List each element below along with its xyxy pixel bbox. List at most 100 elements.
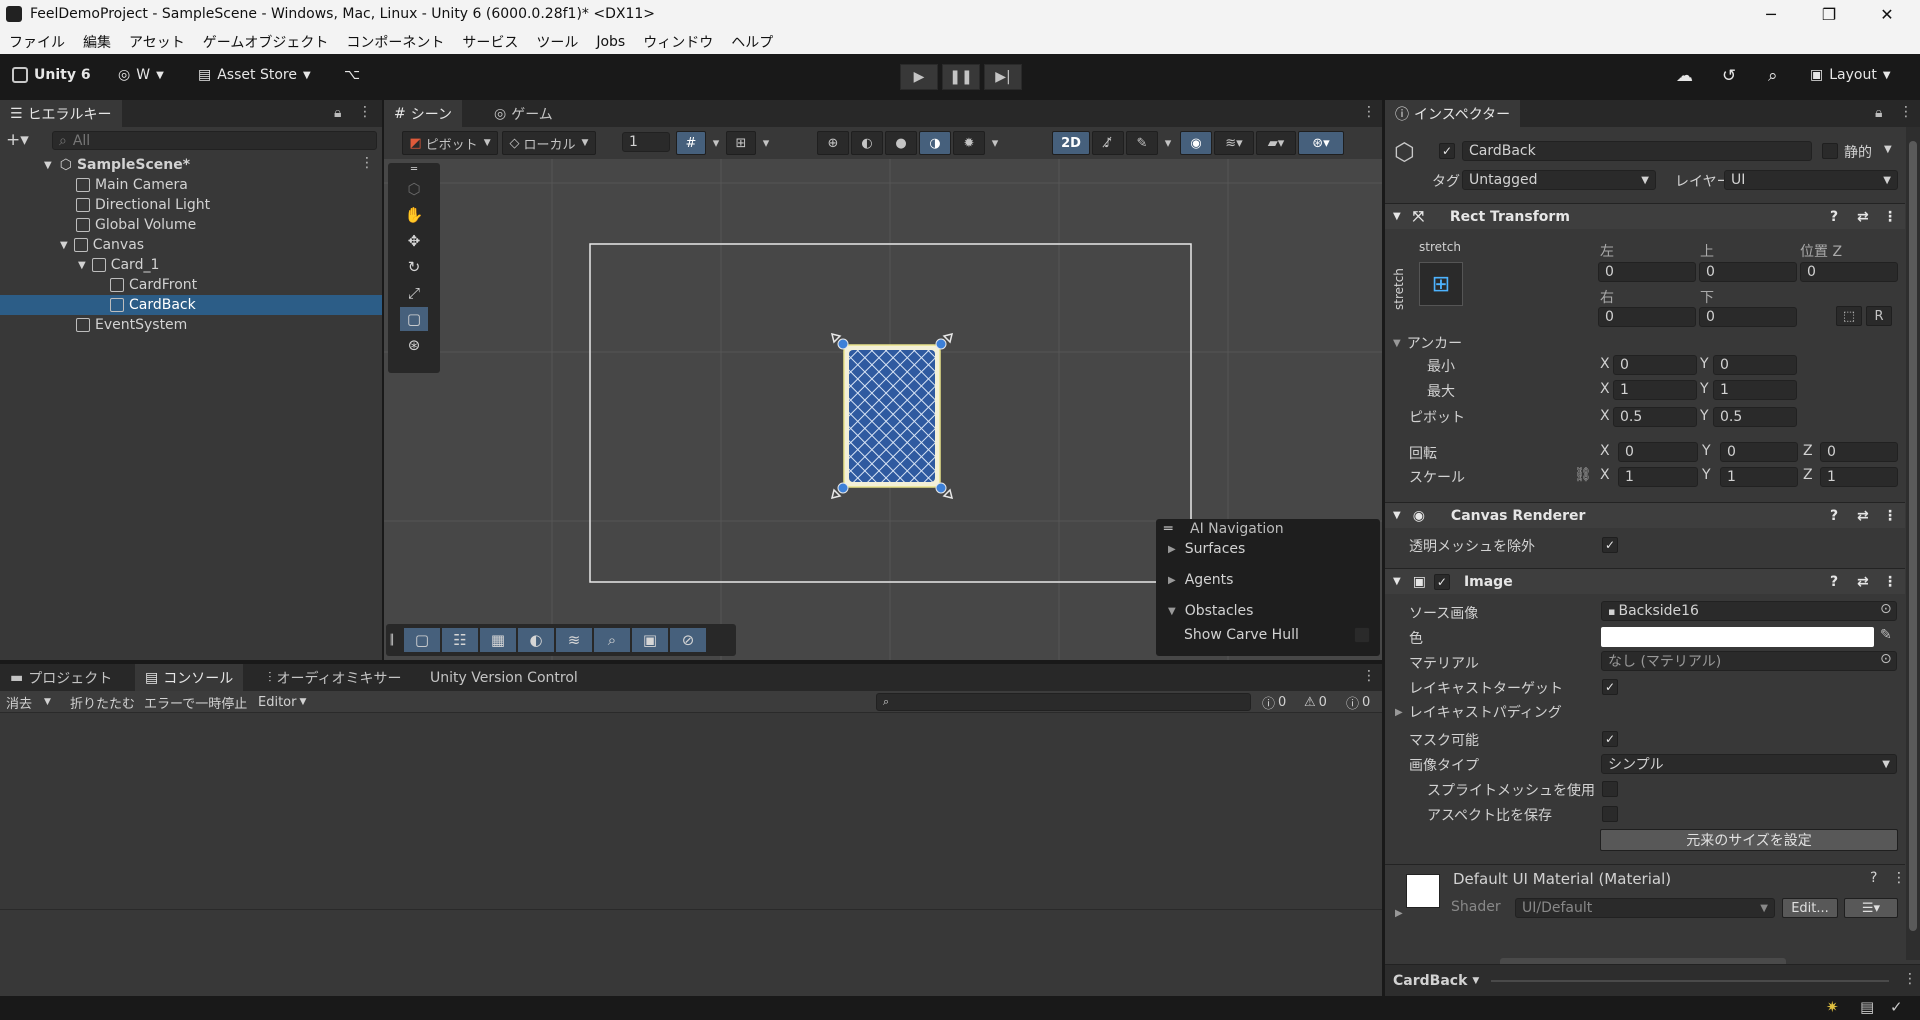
anchor-min-y-input[interactable]: 0	[1713, 355, 1797, 375]
top-input[interactable]: 0	[1699, 262, 1797, 282]
local-dropdown[interactable]: ◇ ローカル ▼	[502, 131, 596, 155]
menu-gameobject[interactable]: ゲームオブジェクト	[203, 32, 329, 52]
show-carve-hull-checkbox[interactable]	[1354, 627, 1370, 643]
help-icon[interactable]: ?	[1830, 508, 1838, 524]
search-icon[interactable]: ⌕	[594, 628, 630, 652]
scene-viewport[interactable]: ═ ⬡ ✋ ✥ ↻ ⤢ ▢ ⊛ ║ ▢ ☷ ▦ ◐ ≋ ⌕ ▣ ⊘ ═ AI N…	[384, 159, 1382, 660]
effects-icon[interactable]: ✎	[1126, 131, 1158, 155]
set-native-size-button[interactable]: 元来のサイズを設定	[1600, 829, 1898, 851]
tab-project[interactable]: ▬ プロジェクト	[0, 664, 122, 691]
close-icon[interactable]: ✕	[1858, 0, 1916, 29]
source-image-field[interactable]: ▪ Backside16	[1601, 601, 1897, 621]
console-search-input[interactable]: ⌕	[876, 693, 1251, 711]
link-off-icon[interactable]: ⛓	[1574, 467, 1592, 483]
menu-jobs[interactable]: Jobs	[596, 34, 625, 50]
hierarchy-item[interactable]: ▼ Card_1	[78, 255, 159, 275]
rect-transform-header[interactable]: ▼ ⤧ Rect Transform ? ⇄ ⋮	[1385, 203, 1905, 229]
active-checkbox[interactable]: ✓	[1439, 143, 1455, 159]
warning-count-toggle[interactable]: ⚠ 0	[1304, 692, 1327, 712]
layers-icon[interactable]: ≋▾	[1214, 131, 1254, 155]
hand-tool-icon[interactable]: ✋	[400, 203, 428, 227]
globe-icon[interactable]: ⊕	[817, 131, 849, 155]
scene-more-icon[interactable]: ⋮	[360, 155, 374, 171]
menu-edit[interactable]: 編集	[83, 32, 111, 52]
lock-icon[interactable]: 🔒︎	[1875, 105, 1882, 121]
image-header[interactable]: ▼ ▣ ✓ Image ? ⇄ ⋮	[1385, 568, 1905, 594]
cull-transparent-checkbox[interactable]: ✓	[1602, 537, 1618, 553]
error-pause-button[interactable]: エラーで一時停止	[144, 692, 247, 712]
history-icon[interactable]: ↺	[1722, 66, 1736, 86]
chevron-down-icon[interactable]: ▾	[987, 131, 1003, 155]
shading-icon[interactable]: ◐	[851, 131, 883, 155]
more-icon[interactable]: ⋮	[1903, 971, 1917, 987]
drag-handle-icon[interactable]: ═	[400, 163, 428, 175]
help-icon[interactable]: ?	[1870, 870, 1877, 886]
tab-scene[interactable]: # シーン	[384, 100, 463, 127]
sphere-icon[interactable]: ●	[885, 131, 917, 155]
hierarchy-item[interactable]: EventSystem	[76, 315, 187, 335]
pivot-x-input[interactable]: 0.5	[1613, 407, 1697, 427]
view-tool-icon[interactable]: ⬡	[400, 177, 428, 201]
preset-icon[interactable]: ⇄	[1857, 209, 1869, 225]
tab-console[interactable]: ▤ コンソール	[135, 664, 244, 691]
inspector-scrollbar[interactable]	[1906, 127, 1920, 960]
account-button[interactable]: ◎ W ▼	[118, 67, 164, 83]
material-field[interactable]: なし (マテリアル)	[1601, 651, 1897, 671]
rotation-z-input[interactable]: 0	[1820, 442, 1898, 462]
transform-tool-icon[interactable]: ⊛	[400, 333, 428, 357]
object-picker-icon[interactable]: ⊙	[1880, 651, 1892, 667]
shading-icon[interactable]: ◐	[518, 628, 554, 652]
unity-menu-button[interactable]: Unity 6	[12, 67, 91, 83]
more-icon[interactable]: ⋮	[1899, 104, 1913, 120]
object-picker-icon[interactable]: ⊙	[1880, 601, 1892, 617]
move-tool-icon[interactable]: ✥	[400, 229, 428, 253]
scale-tool-icon[interactable]: ⤢	[400, 281, 428, 305]
raw-edit-icon[interactable]: R	[1866, 306, 1892, 326]
help-icon[interactable]: ?	[1830, 574, 1838, 590]
preset-icon[interactable]: ⇄	[1857, 574, 1869, 590]
collapse-button[interactable]: 折りたたむ	[70, 692, 135, 712]
tag-dropdown[interactable]: Untagged ▼	[1462, 170, 1656, 190]
menu-component[interactable]: コンポーネント	[346, 32, 444, 52]
asset-store-button[interactable]: ▤ Asset Store ▼	[198, 67, 311, 83]
tab-hierarchy[interactable]: ☰ ヒエラルキー	[0, 100, 122, 127]
preset-icon[interactable]: ⇄	[1857, 508, 1869, 524]
lightbulb-icon[interactable]: ✷	[1826, 998, 1839, 1016]
tab-version-control[interactable]: Unity Version Control	[420, 664, 588, 691]
visibility-icon[interactable]: ◉	[1180, 131, 1212, 155]
chevron-down-icon[interactable]: ▼	[1884, 144, 1892, 155]
restore-icon[interactable]: ❐	[1800, 0, 1858, 29]
blueprint-mode-icon[interactable]: ⬚	[1836, 306, 1862, 326]
static-checkbox[interactable]	[1822, 143, 1838, 159]
compass-icon[interactable]: ⊘	[670, 628, 706, 652]
tab-audio-mixer[interactable]: ⫶ オーディオミキサー	[258, 664, 412, 691]
menu-assets[interactable]: アセット	[129, 32, 185, 52]
log-count-toggle[interactable]: ⓘ 0	[1262, 692, 1286, 712]
more-icon[interactable]: ⋮	[1883, 574, 1897, 590]
rect-icon[interactable]: ▢	[404, 628, 440, 652]
scale-z-input[interactable]: 1	[1820, 467, 1898, 487]
layer-dropdown[interactable]: UI ▼	[1724, 170, 1898, 190]
lock-icon[interactable]: 🔒︎	[334, 105, 341, 121]
preview-splitter[interactable]	[1491, 980, 1889, 982]
screens-icon[interactable]: ▣	[632, 628, 668, 652]
cloud-icon[interactable]: ☁	[1676, 66, 1693, 86]
scrollbar-thumb[interactable]	[1909, 141, 1917, 931]
add-button[interactable]: +▾	[6, 130, 29, 150]
hierarchy-item[interactable]: Main Camera	[76, 175, 188, 195]
more-icon[interactable]: ⋮	[358, 104, 372, 120]
drag-handle-icon[interactable]: ║	[386, 628, 398, 652]
error-count-toggle[interactable]: ⓘ 0	[1346, 692, 1370, 712]
shader-options-icon[interactable]: ☰▾	[1844, 898, 1898, 918]
scale-x-input[interactable]: 1	[1618, 467, 1698, 487]
anchor-min-x-input[interactable]: 0	[1613, 355, 1697, 375]
edit-shader-button[interactable]: Edit...	[1782, 898, 1838, 918]
more-icon[interactable]: ⋮	[1892, 870, 1906, 886]
hierarchy-search-input[interactable]: ⌕ All	[52, 131, 377, 150]
gameobject-icon[interactable]: ⬡	[1394, 138, 1422, 166]
hierarchy-item[interactable]: Global Volume	[76, 215, 196, 235]
pivot-dropdown[interactable]: ◩ ピボット ▼	[402, 131, 498, 155]
agents-foldout[interactable]: ▶ Agents	[1168, 570, 1233, 590]
editor-dropdown[interactable]: Editor ▼	[258, 692, 306, 712]
anchor-max-x-input[interactable]: 1	[1613, 380, 1697, 400]
